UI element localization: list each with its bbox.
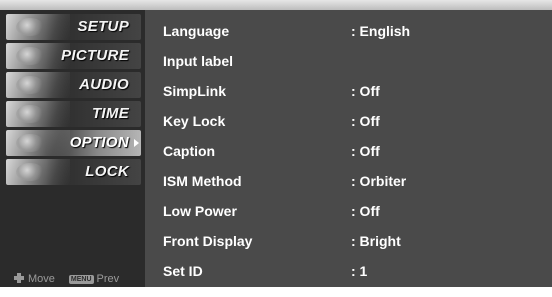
setting-label: Set ID xyxy=(163,263,203,279)
sidebar-item-lock[interactable]: LOCK xyxy=(6,159,141,185)
osd-frame: SETUP PICTURE AUDIO TIME OPTION LOCK Mov… xyxy=(0,0,552,287)
menu-key-icon: MENU xyxy=(68,275,94,284)
setting-label: ISM Method xyxy=(163,173,242,189)
setting-row-set-id[interactable]: Set ID : 1 xyxy=(163,260,543,284)
setting-row-language[interactable]: Language : English xyxy=(163,20,543,44)
move-icon xyxy=(14,273,24,283)
sidebar-item-label: SETUP xyxy=(77,18,129,35)
setting-row-input-label[interactable]: Input label xyxy=(163,50,543,74)
hint-prev-label: Prev xyxy=(96,273,120,285)
setting-value: : Off xyxy=(351,113,380,129)
setting-label: Front Display xyxy=(163,233,253,249)
setting-value: : Orbiter xyxy=(351,173,407,189)
sidebar-item-label: PICTURE xyxy=(61,47,129,64)
sidebar-item-label: AUDIO xyxy=(79,76,129,93)
setting-row-key-lock[interactable]: Key Lock : Off xyxy=(163,110,543,134)
setting-value: : English xyxy=(351,23,411,39)
sidebar-menu: SETUP PICTURE AUDIO TIME OPTION LOCK Mov… xyxy=(0,10,145,287)
sidebar-item-setup[interactable]: SETUP xyxy=(6,14,141,40)
setting-value: : 1 xyxy=(351,263,368,279)
setting-value: : Off xyxy=(351,203,380,219)
setting-row-ism-method[interactable]: ISM Method : Orbiter xyxy=(163,170,543,194)
sidebar-item-time[interactable]: TIME xyxy=(6,101,141,127)
sidebar-item-option[interactable]: OPTION xyxy=(6,130,141,156)
sidebar-item-audio[interactable]: AUDIO xyxy=(6,72,141,98)
setting-value: : Off xyxy=(351,83,380,99)
setting-row-simplink[interactable]: SimpLink : Off xyxy=(163,80,543,104)
setting-label: Low Power xyxy=(163,203,237,219)
sidebar-item-label: TIME xyxy=(91,105,129,122)
sidebar-item-label: OPTION xyxy=(69,134,129,151)
setting-row-front-display[interactable]: Front Display : Bright xyxy=(163,230,543,254)
setting-label: Caption xyxy=(163,143,216,159)
sidebar-item-label: LOCK xyxy=(85,163,129,180)
setting-value: : Bright xyxy=(351,233,401,249)
navigation-hint: Move MENU Prev xyxy=(14,273,119,285)
setting-label: Input label xyxy=(163,53,233,69)
frame-top-edge xyxy=(0,0,552,10)
setting-value: : Off xyxy=(351,143,380,159)
setting-label: SimpLink xyxy=(163,83,227,99)
setting-row-low-power[interactable]: Low Power : Off xyxy=(163,200,543,224)
setting-label: Language xyxy=(163,23,230,39)
setting-label: Key Lock xyxy=(163,113,226,129)
hint-move-label: Move xyxy=(28,273,55,285)
option-settings-panel: Language : English Input label SimpLink … xyxy=(145,10,552,287)
setting-row-caption[interactable]: Caption : Off xyxy=(163,140,543,164)
sidebar-item-picture[interactable]: PICTURE xyxy=(6,43,141,69)
selection-arrow-icon xyxy=(134,139,139,147)
